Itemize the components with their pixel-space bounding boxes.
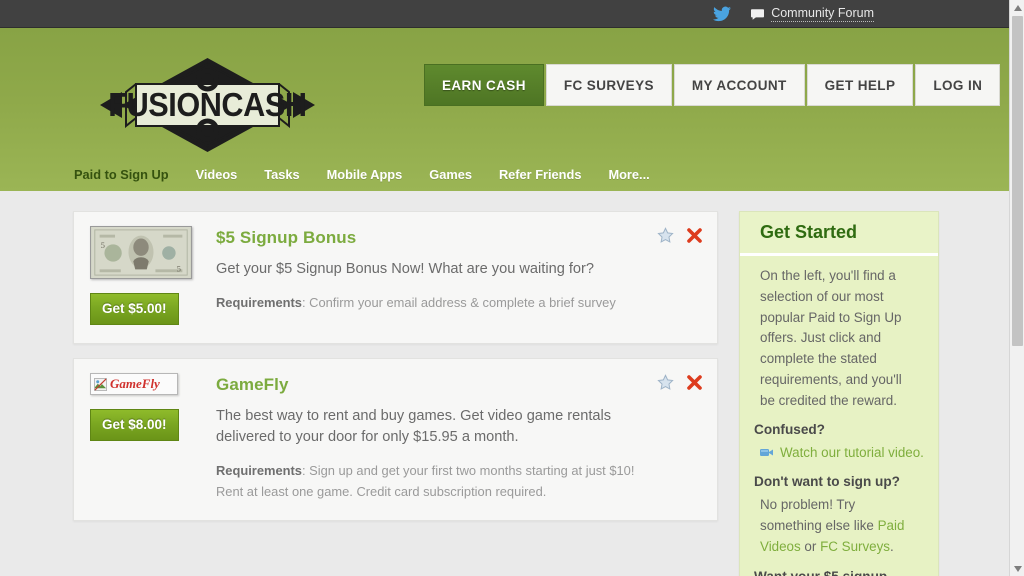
broken-image-icon bbox=[94, 377, 107, 391]
get-reward-button[interactable]: Get $5.00! bbox=[90, 293, 179, 325]
main-content: 5 5 Get $5.00! $5 Signup Bonus Get your … bbox=[0, 191, 1009, 576]
offer-card[interactable]: 5 5 Get $5.00! $5 Signup Bonus Get your … bbox=[73, 211, 718, 344]
get-started-panel: Get Started On the left, you'll find a s… bbox=[739, 211, 939, 576]
offer-actions bbox=[657, 374, 703, 391]
fc-surveys-link[interactable]: FC Surveys bbox=[820, 539, 890, 554]
close-x-icon[interactable] bbox=[686, 227, 703, 244]
nav-tab-my-account[interactable]: MY ACCOUNT bbox=[673, 64, 805, 106]
tutorial-video-row[interactable]: Watch our tutorial video. bbox=[754, 443, 924, 463]
scroll-up-arrow[interactable] bbox=[1010, 0, 1024, 15]
page-root: Community Forum FUSIONCASH EARN CASH FC … bbox=[0, 0, 1024, 576]
offer-title[interactable]: $5 Signup Bonus bbox=[216, 228, 641, 248]
nav-tab-log-in[interactable]: LOG IN bbox=[915, 64, 1001, 106]
offer-description: The best way to rent and buy games. Get … bbox=[216, 408, 612, 446]
offer-requirements: Requirements: Confirm your email address… bbox=[216, 293, 641, 313]
star-icon[interactable] bbox=[657, 227, 674, 244]
svg-text:FUSIONCASH: FUSIONCASH bbox=[108, 86, 306, 123]
offer-list: 5 5 Get $5.00! $5 Signup Bonus Get your … bbox=[73, 211, 718, 535]
twitter-icon[interactable] bbox=[713, 6, 732, 22]
nav-tab-earn-cash[interactable]: EARN CASH bbox=[424, 64, 544, 106]
offer-card[interactable]: GameFly Get $8.00! GameFly The best way … bbox=[73, 358, 718, 522]
star-icon[interactable] bbox=[657, 374, 674, 391]
requirements-label: Requirements bbox=[216, 295, 302, 311]
offer-body: GameFly The best way to rent and buy gam… bbox=[216, 373, 701, 502]
offer-title[interactable]: GameFly bbox=[216, 375, 641, 395]
svg-text:5: 5 bbox=[101, 240, 105, 250]
nosignup-text-a: No problem! Try something else like bbox=[760, 497, 878, 534]
subnav-item-videos[interactable]: Videos bbox=[196, 167, 238, 182]
primary-nav: EARN CASH FC SURVEYS MY ACCOUNT GET HELP… bbox=[424, 64, 1001, 106]
offer-body: $5 Signup Bonus Get your $5 Signup Bonus… bbox=[216, 226, 701, 325]
nosignup-text-c: . bbox=[890, 539, 894, 554]
five-dollar-bill-thumbnail[interactable]: 5 5 bbox=[90, 226, 200, 279]
nav-tab-fc-surveys[interactable]: FC SURVEYS bbox=[545, 64, 672, 106]
offer-description: Get your $5 Signup Bonus Now! What are y… bbox=[216, 261, 595, 277]
sidebar-nosignup-heading: Don't want to sign up? bbox=[754, 474, 900, 490]
subnav-item-mobile-apps[interactable]: Mobile Apps bbox=[327, 167, 403, 182]
subnav-item-paid-to-sign-up[interactable]: Paid to Sign Up bbox=[74, 167, 169, 182]
fusioncash-logo[interactable]: FUSIONCASH bbox=[100, 56, 315, 154]
secondary-nav: Paid to Sign Up Videos Tasks Mobile Apps… bbox=[74, 167, 650, 182]
sidebar-nosignup-text: No problem! Try something else like Paid… bbox=[754, 495, 924, 557]
community-forum-label: Community Forum bbox=[771, 6, 874, 22]
subnav-item-more[interactable]: More... bbox=[608, 167, 649, 182]
sidebar-intro-text: On the left, you'll find a selection of … bbox=[760, 268, 902, 408]
sidebar-confused-heading: Confused? bbox=[754, 422, 825, 438]
video-camera-icon bbox=[760, 443, 774, 458]
tutorial-video-link[interactable]: Watch our tutorial video. bbox=[780, 443, 924, 463]
subnav-item-tasks[interactable]: Tasks bbox=[264, 167, 299, 182]
offer-media: 5 5 Get $5.00! bbox=[90, 226, 200, 325]
broken-image-alt-text: GameFly bbox=[110, 376, 160, 391]
offer-actions bbox=[657, 227, 703, 244]
top-utility-bar: Community Forum bbox=[0, 0, 1009, 28]
sidebar-bonus-heading: Want your $5 signup bonus? bbox=[754, 569, 924, 576]
topbar-links: Community Forum bbox=[713, 0, 874, 28]
subnav-item-games[interactable]: Games bbox=[429, 167, 472, 182]
site-header: FUSIONCASH EARN CASH FC SURVEYS MY ACCOU… bbox=[0, 28, 1009, 191]
community-forum-link[interactable]: Community Forum bbox=[751, 6, 874, 22]
offer-requirements: Requirements: Sign up and get your first… bbox=[216, 461, 641, 502]
speech-bubble-icon bbox=[751, 8, 765, 20]
vertical-scrollbar[interactable] bbox=[1009, 0, 1024, 576]
scrollbar-thumb[interactable] bbox=[1012, 16, 1023, 346]
sidebar-heading: Get Started bbox=[740, 212, 938, 256]
close-x-icon[interactable] bbox=[686, 374, 703, 391]
broken-image-thumbnail[interactable]: GameFly bbox=[90, 373, 178, 395]
subnav-item-refer-friends[interactable]: Refer Friends bbox=[499, 167, 582, 182]
svg-text:5: 5 bbox=[177, 263, 181, 273]
scroll-down-arrow[interactable] bbox=[1010, 561, 1024, 576]
requirements-label: Requirements bbox=[216, 463, 302, 479]
nav-tab-get-help[interactable]: GET HELP bbox=[806, 64, 914, 106]
offer-media: GameFly Get $8.00! bbox=[90, 373, 200, 502]
get-reward-button[interactable]: Get $8.00! bbox=[90, 409, 179, 441]
requirements-text: : Confirm your email address & complete … bbox=[301, 295, 616, 311]
nosignup-text-b: or bbox=[800, 539, 821, 554]
sidebar-body: On the left, you'll find a selection of … bbox=[740, 256, 938, 576]
